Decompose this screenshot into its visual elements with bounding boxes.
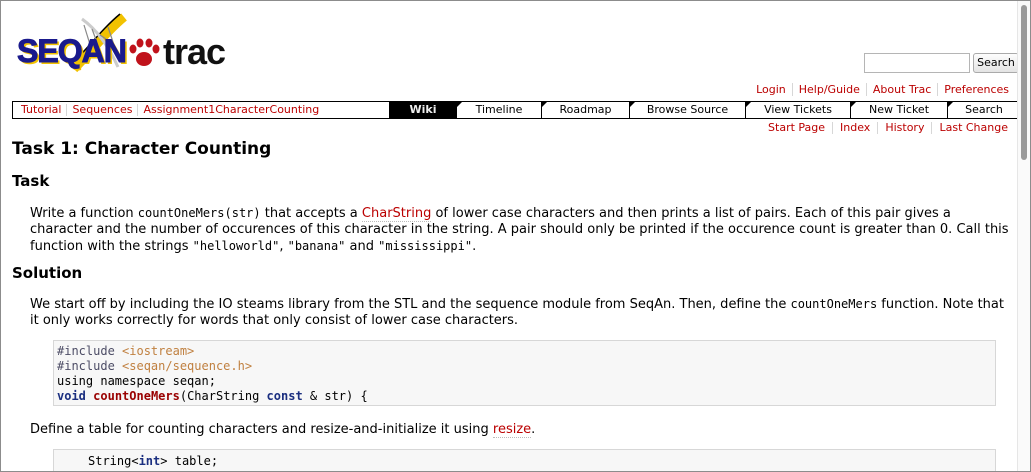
function-name-token: countOneMers [93,389,180,403]
include-file-token: <seqan/sequence.h> [122,359,253,373]
code-line: using namespace seqan; [57,374,216,388]
breadcrumb: Tutorial Sequences Assignment1CharacterC… [13,102,389,118]
tab-search[interactable]: Search [947,102,1020,118]
inline-code: "banana" [287,239,346,253]
keyword-token: int [138,454,161,468]
help-guide-link[interactable]: Help/Guide [791,83,866,96]
tab-browse-source[interactable]: Browse Source [629,102,745,118]
charstring-link[interactable]: CharString [361,206,432,222]
code-token: > table; [160,454,219,468]
paw-icon [129,38,160,66]
history-link[interactable]: History [877,122,931,134]
text-run: We start off by including the IO steams … [30,297,791,312]
inline-code: "mississippi" [378,239,473,253]
breadcrumb-assignment[interactable]: Assignment1CharacterCounting [137,104,324,116]
last-change-link[interactable]: Last Change [931,122,1015,134]
search-button[interactable]: Search [973,53,1019,73]
login-link[interactable]: Login [750,83,792,96]
inline-code: countOneMers(str) [137,206,261,220]
breadcrumb-sequences[interactable]: Sequences [66,104,137,116]
solution-paragraph: We start off by including the IO steams … [30,296,1015,329]
tab-new-ticket[interactable]: New Ticket [850,102,947,118]
code-token: String< [88,454,139,468]
code-block: String<int> table; [53,449,996,471]
text-run: Write a function [30,206,138,221]
inline-code: countOneMers [790,297,878,311]
logo-seqan-text: SEQAN [17,33,128,70]
tab-view-tickets[interactable]: View Tickets [745,102,850,118]
code-line: void countOneMers(CharString const & str… [57,389,995,404]
inline-code: "helloworld" [192,239,280,253]
preferences-link[interactable]: Preferences [937,83,1015,96]
context-nav: Start Page Index History Last Change [761,122,1015,134]
main-nav: Tutorial Sequences Assignment1CharacterC… [12,101,1021,119]
seqan-trac-logo[interactable]: SEQAN trac [17,11,237,83]
task-paragraph: Write a function countOneMers(str) that … [30,205,1015,255]
include-file-token: <iostream> [122,344,195,358]
code-token: (CharString [179,389,267,403]
start-page-link[interactable]: Start Page [761,122,832,134]
logo-trac-text: trac [163,31,226,72]
code-token: & str) { [302,389,368,403]
keyword-token: const [266,389,303,403]
preprocessor-token: #include [57,359,115,373]
preprocessor-token: #include [57,344,115,358]
meta-nav: Login Help/Guide About Trac Preferences [750,83,1015,96]
text-run: . [531,422,536,437]
about-trac-link[interactable]: About Trac [865,83,937,96]
tab-roadmap[interactable]: Roadmap [541,102,629,118]
task-heading: Task [12,172,50,190]
code-block: #include <iostream> #include <seqan/sequ… [53,340,996,406]
page-title: Task 1: Character Counting [12,139,272,159]
tab-wiki[interactable]: Wiki [389,102,456,118]
keyword-token: void [57,389,86,403]
breadcrumb-tutorial[interactable]: Tutorial [16,104,66,116]
code-line: #include <iostream> [57,344,995,359]
index-link[interactable]: Index [832,122,877,134]
text-run: , [279,239,288,254]
define-paragraph: Define a table for counting characters a… [30,422,1015,438]
text-run: . [472,239,477,254]
text-run: Define a table for counting characters a… [30,422,493,437]
scrollbar-thumb[interactable] [1021,5,1027,160]
search-input[interactable] [864,53,970,73]
tab-timeline[interactable]: Timeline [456,102,541,118]
text-run: that accepts a [260,206,362,221]
vertical-scrollbar[interactable] [1017,1,1030,471]
text-run: and [345,239,379,254]
resize-link[interactable]: resize [492,422,532,438]
browser-viewport: SEQAN trac Search Login Help/Guide About… [0,0,1031,472]
code-line: #include <seqan/sequence.h> [57,359,995,374]
code-line: String<int> table; [88,454,995,469]
solution-heading: Solution [12,264,83,282]
